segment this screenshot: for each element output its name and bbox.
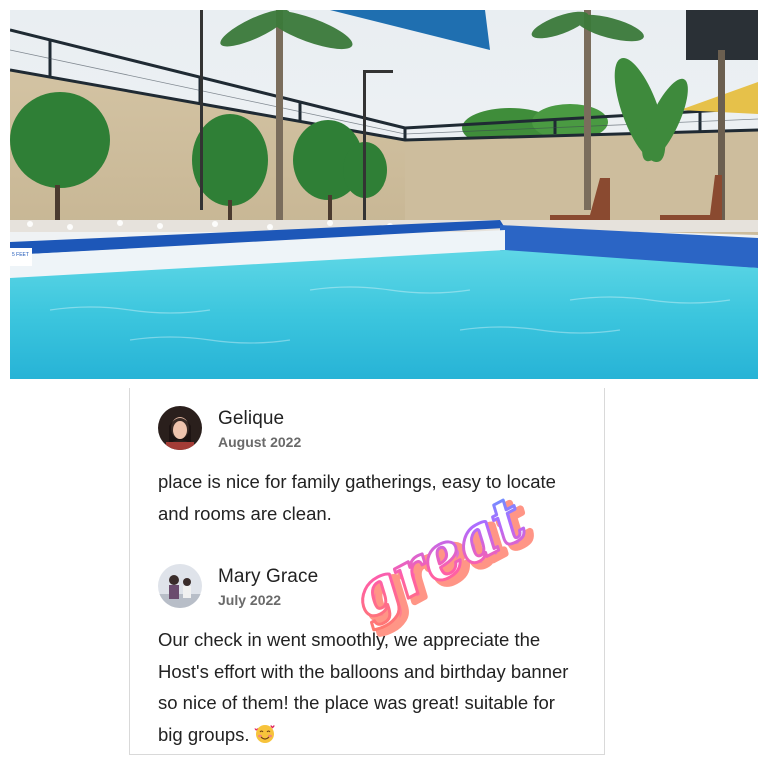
review-date: August 2022 bbox=[218, 434, 302, 450]
review-date: July 2022 bbox=[218, 592, 282, 608]
avatar[interactable] bbox=[158, 406, 202, 450]
depth-marker: 5 FEET bbox=[12, 252, 29, 258]
smiling-face-with-hearts-icon bbox=[254, 724, 275, 743]
great-sticker[interactable]: great great bbox=[338, 478, 547, 641]
avatar[interactable] bbox=[158, 564, 202, 608]
reviewer-name: Mary Grace bbox=[218, 566, 319, 587]
pool-photo: 5 FEET bbox=[10, 10, 758, 379]
review-text: Our check in went smoothly, we appreciat… bbox=[158, 629, 569, 745]
sticker-text: great bbox=[340, 482, 537, 633]
reviewer-name: Gelique bbox=[218, 408, 285, 429]
